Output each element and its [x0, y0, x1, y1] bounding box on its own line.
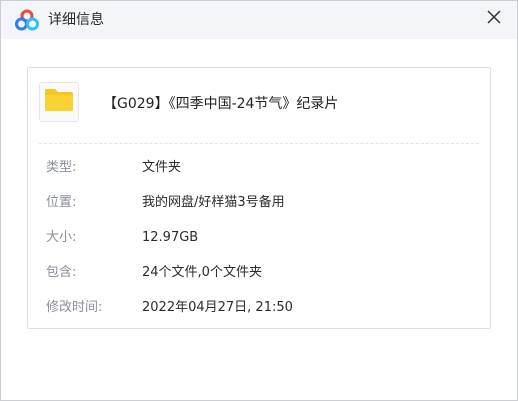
- dialog-titlebar: 详细信息: [1, 1, 517, 39]
- detail-row-type: 类型: 文件夹: [28, 158, 490, 178]
- baidu-netdisk-cloud-icon: [15, 9, 39, 31]
- detail-label: 位置:: [46, 195, 77, 210]
- detail-label: 大小:: [46, 230, 77, 245]
- detail-row-location: 位置: 我的网盘/好样猫3号备用: [28, 193, 490, 213]
- detail-label: 包含:: [46, 265, 77, 280]
- close-button[interactable]: [482, 6, 506, 30]
- detail-value: 我的网盘/好样猫3号备用: [142, 195, 285, 210]
- dialog-title: 详细信息: [48, 12, 104, 28]
- detail-value: 24个文件,0个文件夹: [142, 265, 262, 280]
- detail-label: 类型:: [46, 160, 77, 175]
- detail-value: 2022年04月27日, 21:50: [142, 300, 293, 315]
- details-dialog: 详细信息 【G029】《四季中国-24节气》纪录片 类型: 文件夹 位置: 我的…: [0, 0, 518, 401]
- file-thumbnail: [39, 82, 79, 122]
- detail-value: 文件夹: [142, 160, 182, 175]
- detail-row-contains: 包含: 24个文件,0个文件夹: [28, 263, 490, 283]
- close-icon: [487, 9, 501, 28]
- detail-value: 12.97GB: [142, 230, 199, 245]
- folder-icon: [44, 88, 74, 116]
- file-name: 【G029】《四季中国-24节气》纪录片: [103, 96, 339, 112]
- detail-row-size: 大小: 12.97GB: [28, 228, 490, 248]
- file-header: 【G029】《四季中国-24节气》纪录片: [28, 68, 490, 144]
- divider: [39, 143, 479, 144]
- detail-row-modified: 修改时间: 2022年04月27日, 21:50: [28, 298, 490, 318]
- file-info-card: 【G029】《四季中国-24节气》纪录片 类型: 文件夹 位置: 我的网盘/好样…: [27, 67, 491, 329]
- detail-label: 修改时间:: [46, 300, 103, 315]
